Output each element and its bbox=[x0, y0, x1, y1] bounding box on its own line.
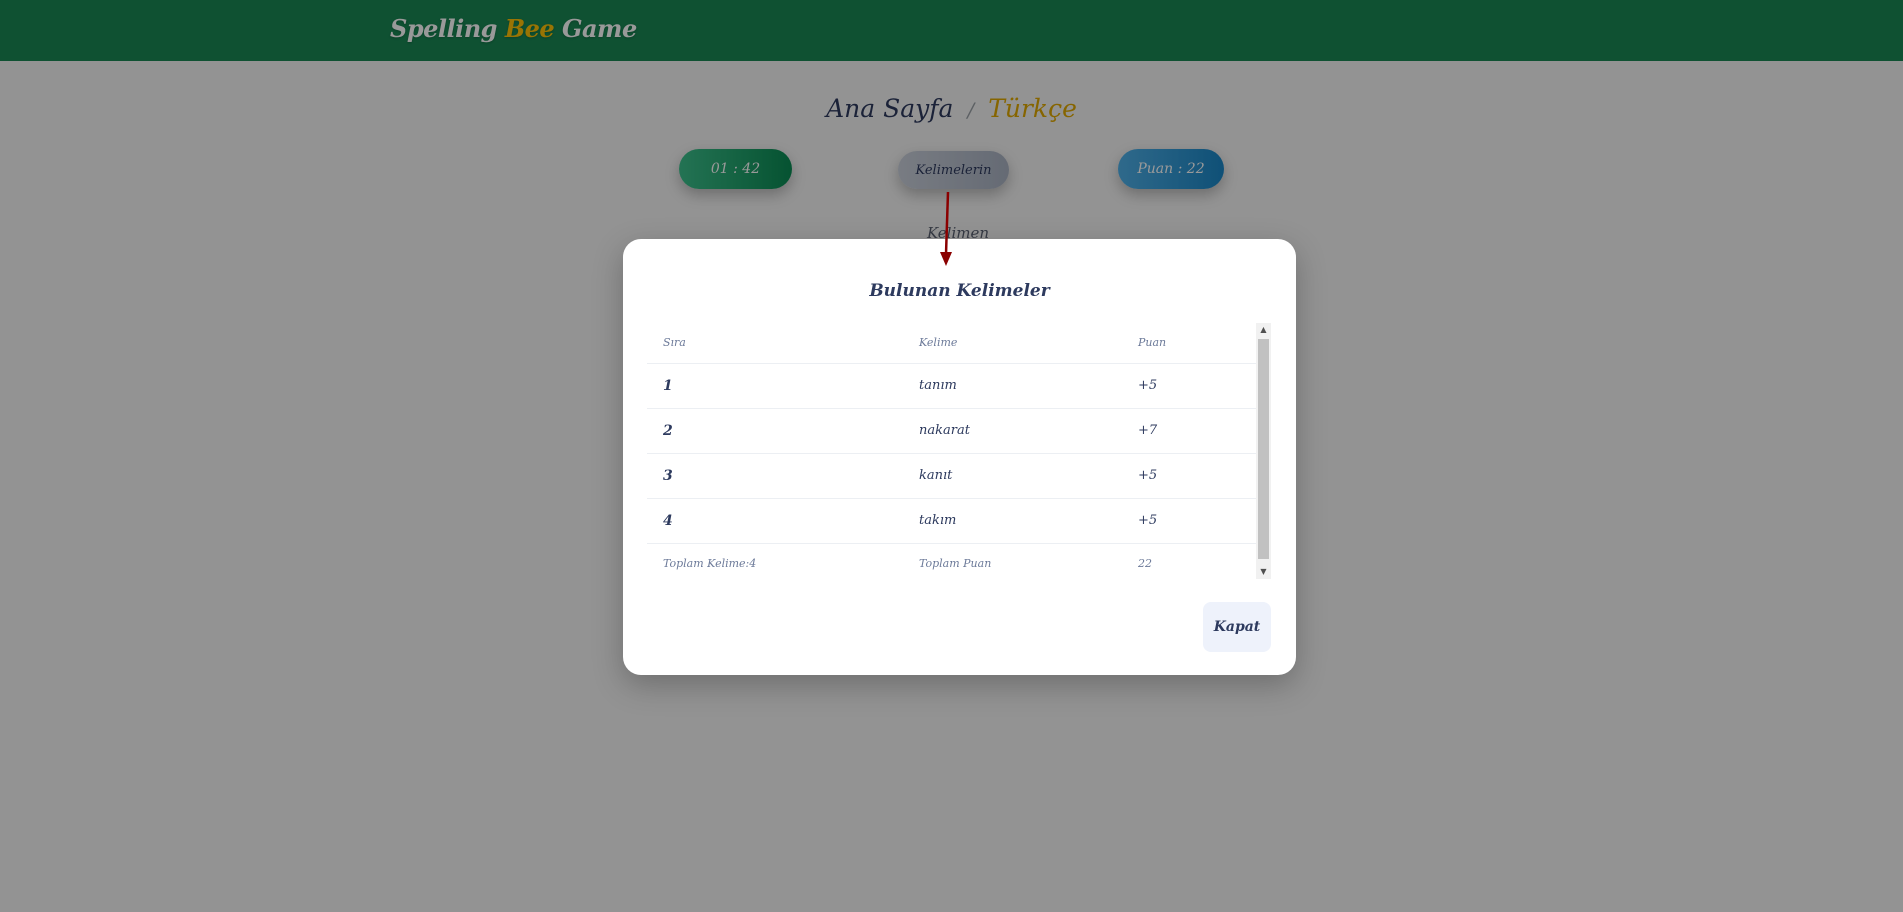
row-points: +7 bbox=[1122, 408, 1256, 454]
table-scrollbar[interactable]: ▲ ▼ bbox=[1256, 323, 1271, 579]
row-points: +5 bbox=[1122, 498, 1256, 544]
close-button[interactable]: Kapat bbox=[1203, 602, 1271, 652]
table-row: 2 nakarat +7 bbox=[647, 408, 1256, 454]
row-word: tanım bbox=[903, 363, 1122, 409]
row-order: 1 bbox=[647, 363, 903, 409]
row-order: 2 bbox=[647, 408, 903, 454]
modal-title: Bulunan Kelimeler bbox=[869, 281, 1050, 301]
scroll-up-arrow-icon[interactable]: ▲ bbox=[1256, 323, 1271, 337]
row-word: nakarat bbox=[903, 408, 1122, 454]
total-words: Toplam Kelime:4 bbox=[663, 556, 757, 570]
total-points-value: 22 bbox=[1138, 556, 1152, 570]
row-order: 3 bbox=[647, 453, 903, 499]
found-words-modal: Bulunan Kelimeler Sıra Kelime Puan 1 tan… bbox=[623, 239, 1296, 675]
row-word: kanıt bbox=[903, 453, 1122, 499]
scroll-down-arrow-icon[interactable]: ▼ bbox=[1256, 565, 1271, 579]
table-row: 4 takım +5 bbox=[647, 498, 1256, 544]
found-words-table: Sıra Kelime Puan 1 tanım +5 2 nakarat +7… bbox=[647, 323, 1256, 579]
table-header-row: Sıra Kelime Puan bbox=[647, 323, 1256, 364]
header-order: Sıra bbox=[647, 323, 903, 364]
row-order: 4 bbox=[647, 498, 903, 544]
total-points-label: Toplam Puan bbox=[919, 556, 992, 570]
scroll-thumb[interactable] bbox=[1258, 339, 1269, 559]
row-points: +5 bbox=[1122, 363, 1256, 409]
header-word: Kelime bbox=[903, 323, 1122, 364]
table-row: 3 kanıt +5 bbox=[647, 453, 1256, 499]
table-footer-row: Toplam Kelime:4 Toplam Puan 22 bbox=[647, 543, 1256, 579]
table-row: 1 tanım +5 bbox=[647, 363, 1256, 409]
words-table-container: Sıra Kelime Puan 1 tanım +5 2 nakarat +7… bbox=[647, 323, 1271, 579]
header-points: Puan bbox=[1122, 323, 1256, 364]
row-word: takım bbox=[903, 498, 1122, 544]
row-points: +5 bbox=[1122, 453, 1256, 499]
